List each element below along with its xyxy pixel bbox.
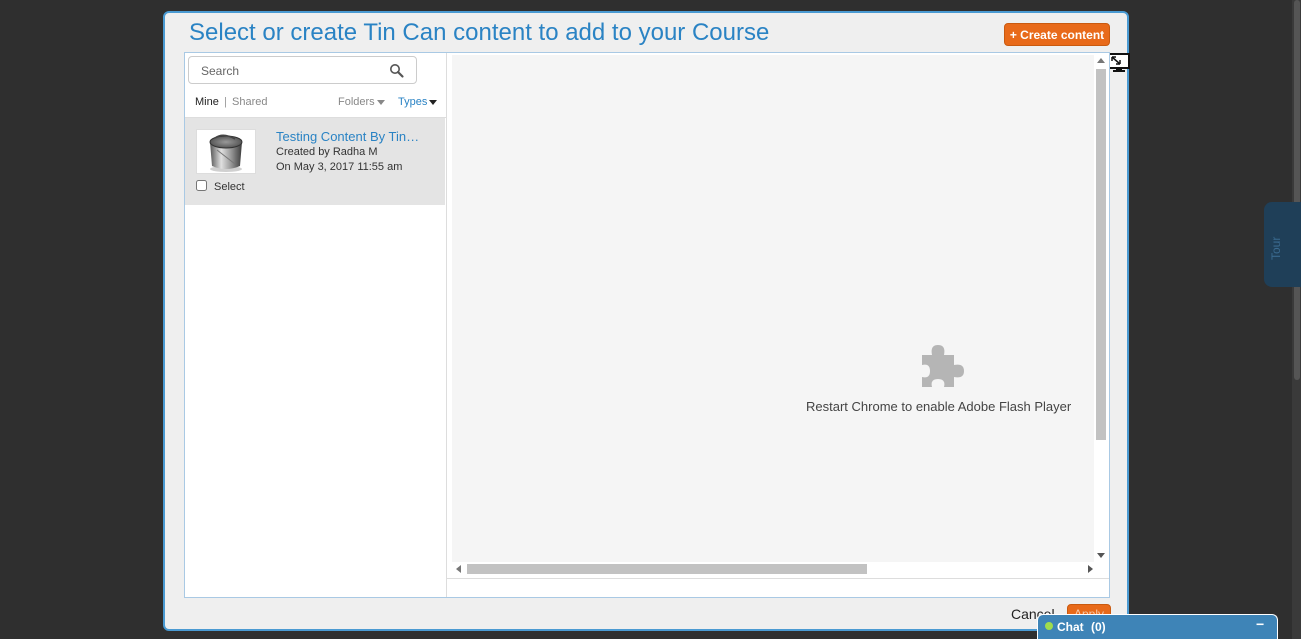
- tour-tab[interactable]: Tour: [1264, 202, 1301, 287]
- types-dropdown-label: Types: [398, 96, 428, 108]
- tin-can-icon: [209, 134, 243, 172]
- tab-mine[interactable]: Mine: [195, 96, 219, 108]
- tab-separator: |: [224, 96, 227, 108]
- folders-dropdown[interactable]: Folders: [338, 96, 385, 108]
- content-list-panel: Mine | Shared Folders Types: [185, 53, 447, 597]
- chat-bar[interactable]: Chat (0) −: [1037, 614, 1278, 639]
- horizontal-scroll-thumb[interactable]: [467, 564, 867, 574]
- scroll-right-icon[interactable]: [1088, 565, 1093, 573]
- create-content-button[interactable]: + Create content: [1004, 23, 1110, 46]
- select-label[interactable]: Select: [214, 181, 245, 193]
- tour-tab-label: Tour: [1269, 236, 1283, 260]
- page-scrollbar-thumb[interactable]: [1294, 0, 1300, 380]
- scroll-up-icon[interactable]: [1097, 58, 1105, 63]
- preview-horizontal-scrollbar[interactable]: [452, 562, 1108, 577]
- content-title-link[interactable]: Testing Content By Tin…: [276, 129, 424, 144]
- select-checkbox[interactable]: [196, 180, 207, 191]
- types-dropdown[interactable]: Types: [398, 96, 438, 108]
- scroll-left-icon[interactable]: [456, 565, 461, 573]
- preview-footer-divider: [446, 578, 1109, 579]
- vertical-scroll-thumb[interactable]: [1096, 69, 1106, 440]
- list-item[interactable]: Testing Content By Tin… Created by Radha…: [185, 118, 445, 205]
- chat-label: Chat: [1057, 620, 1084, 634]
- puzzle-piece-icon: [920, 343, 964, 387]
- tab-shared[interactable]: Shared: [232, 96, 267, 108]
- chevron-down-icon: [429, 99, 438, 105]
- modal-title: Select or create Tin Can content to add …: [189, 19, 770, 46]
- online-status-icon: [1045, 622, 1053, 630]
- preview-vertical-scrollbar[interactable]: [1094, 55, 1108, 562]
- minimize-icon[interactable]: −: [1256, 616, 1264, 632]
- content-frame: Mine | Shared Folders Types: [184, 52, 1110, 598]
- filter-bar: Mine | Shared Folders Types: [185, 89, 446, 118]
- search-icon[interactable]: [389, 63, 405, 79]
- scroll-down-icon[interactable]: [1097, 553, 1105, 558]
- chevron-down-icon: [376, 99, 385, 105]
- content-preview: Restart Chrome to enable Adobe Flash Pla…: [452, 55, 1094, 564]
- search-box[interactable]: [188, 56, 417, 84]
- chat-count: (0): [1091, 620, 1106, 634]
- search-input[interactable]: [199, 62, 383, 80]
- folders-dropdown-label: Folders: [338, 96, 375, 108]
- content-author: Created by Radha M: [276, 146, 378, 158]
- flash-player-message: Restart Chrome to enable Adobe Flash Pla…: [806, 399, 1072, 414]
- content-thumbnail[interactable]: [196, 129, 256, 174]
- fullscreen-icon[interactable]: [1108, 53, 1130, 73]
- content-picker-modal: Select or create Tin Can content to add …: [163, 11, 1130, 631]
- page-scrollbar[interactable]: [1292, 0, 1301, 639]
- content-date: On May 3, 2017 11:55 am: [276, 161, 403, 173]
